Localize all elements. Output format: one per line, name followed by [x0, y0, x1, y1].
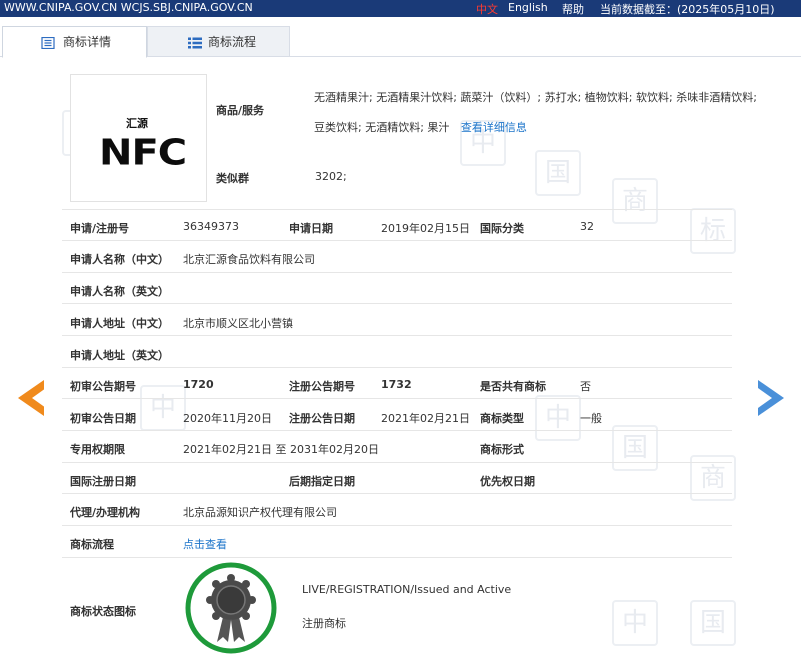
divider	[62, 303, 732, 304]
applicant-cn-value: 北京汇源食品饮料有限公司	[183, 253, 315, 266]
watermark-char: 中	[535, 395, 581, 441]
trademark-image-main-text: NFC	[99, 132, 187, 174]
later-date-label: 后期指定日期	[289, 475, 355, 488]
status-en-value: LIVE/REGISTRATION/Issued and Active	[302, 583, 512, 596]
exclusive-value: 2021年02月21日 至 2031年02月20日	[183, 443, 379, 456]
process-label: 商标流程	[70, 538, 114, 551]
view-details-link[interactable]: 查看详细信息	[461, 121, 527, 134]
top-bar: WWW.CNIPA.GOV.CN WCJS.SBJ.CNIPA.GOV.CN 中…	[0, 0, 801, 17]
exclusive-label: 专用权期限	[70, 443, 125, 456]
watermark-char: 中	[140, 385, 186, 431]
shared-label: 是否共有商标	[480, 380, 546, 393]
prelim-no-value: 1720	[183, 378, 214, 391]
app-date-value: 2019年02月15日	[381, 222, 470, 235]
watermark-char: 中	[612, 600, 658, 646]
process-view-link[interactable]: 点击查看	[183, 536, 227, 552]
next-arrow-notch	[758, 388, 772, 408]
divider	[62, 557, 732, 558]
data-date: 当前数据截至：(2025年05月10日)	[600, 3, 775, 16]
reg-no-value: 36349373	[183, 220, 239, 233]
goods-services-value: 无酒精果汁; 无酒精果汁饮料; 蔬菜汁（饮料）; 苏打水; 植物饮料; 软饮料;…	[314, 83, 764, 143]
divider	[62, 367, 732, 368]
language-chinese-link[interactable]: 中文	[476, 1, 498, 17]
list-icon	[188, 37, 202, 49]
watermark-char: 商	[612, 178, 658, 224]
type-label: 商标类型	[480, 412, 524, 425]
reg-pub-date-label: 注册公告日期	[289, 412, 355, 425]
reg-no-label: 申请/注册号	[70, 222, 130, 235]
watermark-char: 标	[690, 208, 736, 254]
address-cn-label: 申请人地址（中文）	[70, 317, 169, 330]
divider	[62, 430, 732, 431]
shared-value: 否	[580, 380, 591, 393]
document-icon	[41, 37, 55, 49]
registered-status-icon	[185, 562, 277, 654]
trademark-image: 汇源 NFC	[70, 74, 207, 202]
divider	[62, 525, 732, 526]
divider	[62, 240, 732, 241]
previous-arrow-notch	[32, 388, 46, 408]
address-en-label: 申请人地址（英文）	[70, 349, 169, 362]
goods-services-label: 商品/服务	[216, 104, 265, 117]
divider	[62, 398, 732, 399]
divider	[62, 335, 732, 336]
similar-group-value: 3202;	[315, 170, 347, 183]
divider	[62, 462, 732, 463]
reg-pub-no-value: 1732	[381, 378, 412, 391]
agent-label: 代理/办理机构	[70, 506, 141, 519]
prelim-date-label: 初审公告日期	[70, 412, 136, 425]
tab-bar: 商标详情 商标流程	[0, 26, 801, 58]
site-links[interactable]: WWW.CNIPA.GOV.CN WCJS.SBJ.CNIPA.GOV.CN	[4, 1, 253, 14]
app-date-label: 申请日期	[289, 222, 333, 235]
address-cn-value: 北京市顺义区北小营镇	[183, 317, 293, 330]
divider	[62, 209, 732, 210]
form-label: 商标形式	[480, 443, 524, 456]
tab-trademark-details[interactable]: 商标详情	[2, 26, 147, 58]
intl-class-label: 国际分类	[480, 222, 524, 235]
status-cn-value: 注册商标	[302, 617, 346, 630]
language-english-link[interactable]: English	[508, 1, 548, 14]
help-link[interactable]: 帮助	[562, 1, 584, 17]
intl-class-value: 32	[580, 220, 594, 233]
reg-pub-no-label: 注册公告期号	[289, 380, 355, 393]
type-value: 一般	[580, 412, 602, 425]
tab-label: 商标详情	[63, 35, 112, 49]
status-icon-label: 商标状态图标	[70, 605, 136, 618]
watermark-char: 国	[535, 150, 581, 196]
reg-pub-date-value: 2021年02月21日	[381, 412, 470, 425]
agent-value: 北京品源知识产权代理有限公司	[183, 506, 337, 519]
applicant-en-label: 申请人名称（英文）	[70, 285, 169, 298]
tab-trademark-process[interactable]: 商标流程	[147, 26, 290, 57]
similar-group-label: 类似群	[216, 172, 249, 185]
tab-label: 商标流程	[208, 35, 257, 49]
goods-services-text: 无酒精果汁; 无酒精果汁饮料; 蔬菜汁（饮料）; 苏打水; 植物饮料; 软饮料;…	[314, 91, 757, 134]
trademark-image-brand-text: 汇源	[126, 117, 148, 130]
watermark-char: 国	[690, 600, 736, 646]
prelim-no-label: 初审公告期号	[70, 380, 136, 393]
divider	[62, 493, 732, 494]
divider	[62, 272, 732, 273]
prelim-date-value: 2020年11月20日	[183, 412, 272, 425]
applicant-cn-label: 申请人名称（中文）	[70, 253, 169, 266]
priority-label: 优先权日期	[480, 475, 535, 488]
intl-reg-date-label: 国际注册日期	[70, 475, 136, 488]
watermark-char: 国	[612, 425, 658, 471]
